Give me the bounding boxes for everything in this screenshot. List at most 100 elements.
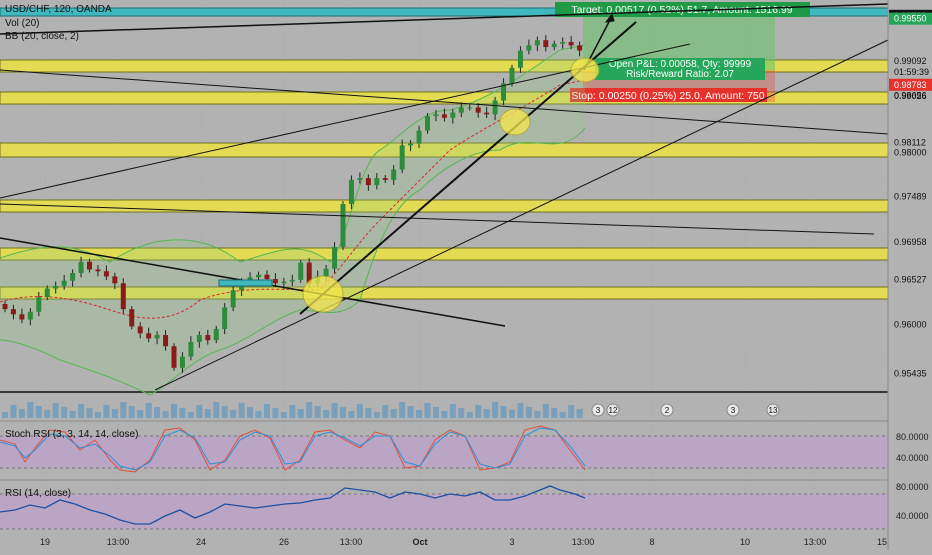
- candle[interactable]: [526, 45, 532, 51]
- candle[interactable]: [27, 311, 33, 320]
- candle[interactable]: [543, 40, 549, 48]
- candle[interactable]: [484, 112, 490, 115]
- candle[interactable]: [205, 335, 211, 341]
- candle[interactable]: [441, 114, 447, 118]
- candle[interactable]: [272, 279, 278, 284]
- risk-reward-text: Risk/Reward Ratio: 2.07: [626, 69, 734, 80]
- candle[interactable]: [323, 268, 329, 277]
- candle[interactable]: [146, 333, 152, 339]
- price-label: 0.99092: [894, 56, 927, 66]
- candle[interactable]: [103, 271, 109, 277]
- candle[interactable]: [53, 285, 59, 289]
- candle[interactable]: [517, 50, 523, 68]
- candle[interactable]: [163, 335, 169, 347]
- volume-bar: [297, 409, 304, 418]
- volume-bar: [559, 412, 566, 418]
- candle[interactable]: [222, 307, 228, 329]
- price-axis[interactable]: 0.995830.995500.9909201:59:390.990330.99…: [887, 0, 932, 550]
- candle[interactable]: [256, 274, 261, 278]
- candle[interactable]: [120, 283, 126, 310]
- candle[interactable]: [2, 304, 8, 310]
- candle[interactable]: [382, 178, 388, 180]
- candle[interactable]: [87, 261, 92, 270]
- candle[interactable]: [298, 262, 304, 280]
- time-label: 15: [877, 537, 887, 547]
- candle[interactable]: [289, 279, 295, 282]
- time-axis[interactable]: 19 13:00 24 26 13:00 Oct 3 13:00 8 10 13…: [40, 537, 887, 547]
- candle[interactable]: [281, 281, 287, 284]
- tradingview-chart[interactable]: Open P&L: 0.00058, Qty: 99999 Risk/Rewar…: [0, 0, 932, 550]
- candle[interactable]: [551, 43, 557, 48]
- candle[interactable]: [44, 288, 50, 298]
- candle[interactable]: [70, 272, 76, 281]
- volume-bar: [492, 402, 499, 418]
- volume-bar: [111, 409, 118, 418]
- volume-bar: [323, 410, 330, 418]
- price-label: 01:59:39: [894, 67, 929, 77]
- candle[interactable]: [19, 314, 25, 320]
- volume-bar: [213, 402, 220, 418]
- candle[interactable]: [171, 346, 177, 368]
- event-flag-2: 12: [606, 403, 620, 417]
- candle[interactable]: [509, 67, 515, 84]
- candle[interactable]: [10, 309, 16, 315]
- candle[interactable]: [560, 41, 566, 44]
- candle[interactable]: [374, 178, 380, 186]
- volume-bar: [399, 402, 406, 418]
- candle[interactable]: [36, 297, 42, 312]
- candle[interactable]: [61, 280, 67, 286]
- candle[interactable]: [264, 274, 270, 279]
- candle[interactable]: [391, 169, 397, 180]
- candle[interactable]: [357, 178, 363, 180]
- candle[interactable]: [467, 107, 473, 109]
- candle[interactable]: [230, 290, 236, 308]
- candle[interactable]: [365, 178, 371, 186]
- candle[interactable]: [137, 326, 143, 334]
- rsi-legend[interactable]: RSI (14, close): [5, 488, 71, 499]
- candle[interactable]: [416, 130, 422, 144]
- candle[interactable]: [577, 45, 583, 51]
- candle[interactable]: [95, 269, 101, 272]
- volume-bar: [348, 411, 355, 418]
- rsi-pane[interactable]: [0, 485, 888, 530]
- chart-canvas[interactable]: Open P&L: 0.00058, Qty: 99999 Risk/Rewar…: [0, 0, 932, 550]
- candle[interactable]: [492, 100, 498, 115]
- price-label: 0.95435: [894, 368, 927, 378]
- volume-bar: [69, 411, 76, 418]
- bb-legend[interactable]: BB (20, close, 2): [5, 31, 79, 42]
- candle[interactable]: [112, 276, 118, 284]
- volume-bar: [154, 407, 161, 418]
- time-label: 24: [196, 537, 206, 547]
- candle[interactable]: [196, 335, 202, 342]
- candle[interactable]: [425, 116, 430, 131]
- svg-text:3: 3: [596, 406, 601, 415]
- price-label: 0.98112: [894, 138, 926, 148]
- volume-bar: [551, 408, 558, 418]
- candle[interactable]: [213, 329, 219, 341]
- candle[interactable]: [188, 341, 194, 357]
- candle[interactable]: [348, 179, 354, 204]
- candle[interactable]: [78, 261, 84, 273]
- candle[interactable]: [340, 204, 346, 248]
- candle[interactable]: [179, 356, 185, 368]
- candle[interactable]: [534, 40, 540, 46]
- candle[interactable]: [399, 145, 405, 170]
- candle[interactable]: [129, 309, 135, 327]
- candle[interactable]: [408, 143, 414, 146]
- candle[interactable]: [433, 114, 439, 117]
- volume-legend[interactable]: Vol (20): [5, 18, 39, 29]
- candle[interactable]: [458, 107, 464, 113]
- volume-bar: [365, 408, 372, 418]
- candle[interactable]: [332, 247, 338, 269]
- small-teal-marker: [218, 279, 273, 287]
- circle-breakout: [302, 275, 344, 313]
- candle[interactable]: [568, 41, 574, 46]
- symbol-legend[interactable]: USD/CHF, 120, OANDA: [5, 4, 112, 15]
- candle[interactable]: [154, 335, 160, 339]
- volume-bar: [449, 404, 456, 418]
- volume-bar: [280, 412, 287, 418]
- candle[interactable]: [475, 107, 481, 113]
- stoch-rsi-legend[interactable]: Stoch RSI (3, 3, 14, 14, close): [5, 429, 138, 440]
- candle[interactable]: [450, 112, 456, 118]
- price-label: 0.98783: [894, 80, 927, 90]
